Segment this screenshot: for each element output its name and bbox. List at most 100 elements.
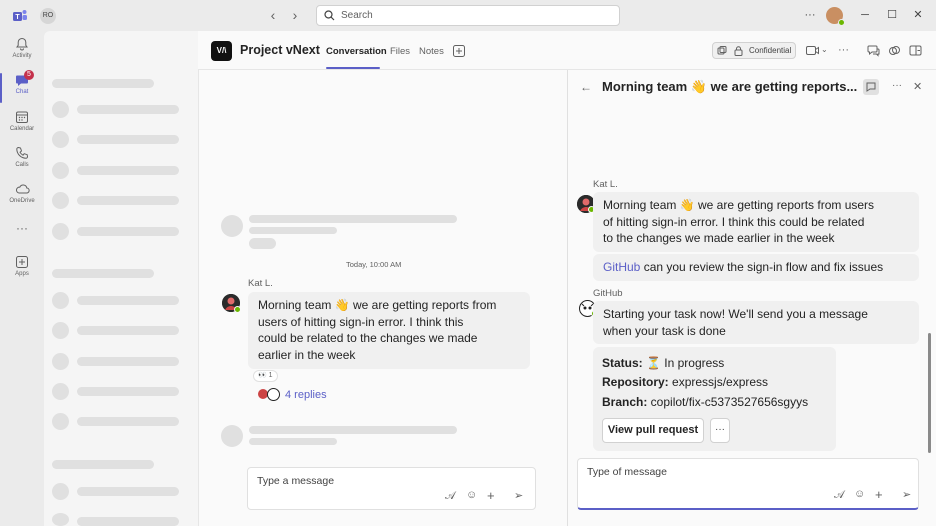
chat-list-loading (44, 31, 198, 526)
rail-item-apps[interactable]: Apps (0, 255, 44, 277)
rail-item-chat[interactable]: 5 Chat (0, 70, 44, 95)
back-arrow-icon[interactable]: ← (580, 80, 592, 94)
skeleton-line (77, 417, 179, 426)
tab-files[interactable]: Files (390, 46, 410, 57)
profile-switcher[interactable]: RO (40, 8, 56, 24)
copilot-icon[interactable] (888, 44, 901, 57)
thread-scrollbar[interactable] (928, 333, 931, 453)
compose-placeholder: Type of message (587, 466, 667, 478)
github-mention-link[interactable]: GitHub (603, 260, 640, 274)
skeleton-avatar (52, 292, 69, 309)
send-icon[interactable]: ➢ (514, 489, 523, 502)
skeleton-line (77, 326, 179, 335)
message-line: Starting your task now! We'll send you a… (603, 307, 868, 321)
forward-arrow-icon[interactable]: › (286, 6, 304, 24)
skeleton-line (77, 517, 179, 526)
rail-item-onedrive[interactable]: OneDrive (0, 182, 44, 204)
popout-chat-icon[interactable] (863, 79, 879, 95)
message-line: users of hitting sign-in error. I think … (258, 314, 464, 329)
skeleton-section-header (52, 460, 154, 469)
rail-label-activity: Activity (12, 53, 32, 59)
replies-link[interactable]: 4 replies (285, 389, 327, 401)
emoji-icon[interactable]: ☺ (466, 489, 477, 501)
rail-item-activity[interactable]: Activity (0, 37, 44, 59)
close-icon[interactable]: ✕ (913, 80, 922, 93)
branch-label: Branch: (602, 395, 648, 409)
unread-badge: 5 (24, 70, 34, 80)
skeleton-avatar (52, 322, 69, 339)
github-message-bubble[interactable]: Starting your task now! We'll send you a… (593, 301, 919, 344)
search-placeholder: Search (341, 10, 373, 21)
chat-bubbles-icon[interactable] (867, 44, 880, 57)
thread-sender-kat: Kat L. (593, 179, 618, 190)
app-rail: Activity 5 Chat Calendar Calls OneDrive … (0, 31, 44, 526)
tab-conversation[interactable]: Conversation (326, 46, 387, 57)
skeleton-line (77, 196, 179, 205)
status-value: ⏳ In progress (642, 356, 725, 370)
skeleton-section-header (52, 269, 154, 278)
skeleton-avatar (52, 353, 69, 370)
skeleton-avatar (52, 223, 69, 240)
calendar-icon (16, 111, 28, 123)
bell-icon (16, 37, 28, 51)
channel-title: Project vNext (240, 43, 320, 57)
repository-label: Repository: (602, 375, 669, 389)
tab-notes[interactable]: Notes (419, 46, 444, 57)
send-icon[interactable]: ➢ (902, 488, 911, 501)
cloud-icon (15, 184, 30, 194)
skeleton-line (249, 438, 337, 445)
status-label: Status: (602, 356, 643, 370)
more-options-icon[interactable]: ··· (838, 44, 849, 56)
more-options-icon[interactable]: ··· (800, 6, 820, 24)
reaction-emoji-icon: 👀 (258, 372, 267, 379)
skeleton-line (77, 487, 179, 496)
view-pull-request-button[interactable]: View pull request (602, 418, 704, 443)
back-arrow-icon[interactable]: ‹ (264, 6, 282, 24)
skeleton-avatar (221, 425, 243, 447)
video-call-icon[interactable] (806, 45, 820, 56)
add-tab-icon[interactable] (453, 45, 465, 57)
skeleton-section-header (52, 79, 154, 88)
compose-box[interactable]: Type a message 𝒜 ☺ + ➢ (247, 467, 536, 510)
compose-placeholder: Type a message (257, 475, 335, 487)
status-row: Status: ⏳ In progress (602, 356, 724, 370)
emoji-icon[interactable]: ☺ (854, 488, 865, 500)
thread-message-bubble[interactable]: Morning team 👋 we are getting reports fr… (593, 192, 919, 252)
thread-compose-box[interactable]: Type of message 𝒜 ☺ + ➢ (577, 458, 919, 510)
message-line: when your task is done (603, 323, 726, 338)
rail-item-calendar[interactable]: Calendar (0, 110, 44, 132)
search-box[interactable]: Search (316, 5, 620, 26)
user-avatar[interactable] (826, 7, 845, 26)
format-icon[interactable]: 𝒜 (445, 490, 455, 503)
date-separator: Today, 10:00 AM (346, 260, 402, 269)
rail-item-calls[interactable]: Calls (0, 146, 44, 168)
repository-value: expressjs/express (668, 375, 769, 389)
presence-available-icon (838, 19, 845, 26)
rail-more-apps[interactable]: ··· (0, 221, 44, 235)
format-icon[interactable]: 𝒜 (834, 489, 844, 502)
sensitivity-label-text: Confidential (749, 46, 792, 55)
apps-panel-icon[interactable] (909, 44, 922, 57)
more-options-icon[interactable]: ··· (892, 80, 902, 91)
message-line: earlier in the week (258, 347, 356, 362)
add-app-icon (16, 256, 28, 268)
copy-link-icon (717, 46, 727, 55)
maximize-button[interactable]: ☐ (882, 6, 902, 24)
attach-plus-icon[interactable]: + (487, 488, 495, 503)
lock-icon (734, 46, 743, 56)
minimize-button[interactable]: ─ (855, 6, 875, 24)
skeleton-avatar (52, 513, 69, 526)
chevron-down-icon[interactable]: ⌄ (821, 45, 828, 54)
branch-row: Branch: copilot/fix-c5373527656sgyys (602, 395, 808, 409)
attach-plus-icon[interactable]: + (875, 487, 883, 502)
card-more-button[interactable]: ··· (710, 418, 730, 443)
repository-row: Repository: expressjs/express (602, 375, 768, 389)
thread-followup-bubble[interactable]: GitHub can you review the sign-in flow a… (593, 254, 919, 281)
close-window-button[interactable]: ✕ (908, 6, 928, 24)
rail-label-calendar: Calendar (9, 126, 35, 132)
message-bubble[interactable]: Morning team 👋 we are getting reports fr… (248, 292, 530, 369)
branch-value: copilot/fix-c5373527656sgyys (647, 395, 809, 409)
skeleton-avatar (52, 413, 69, 430)
reaction-pill[interactable]: 👀 1 (253, 370, 278, 382)
sensitivity-label[interactable]: Confidential (712, 42, 796, 59)
